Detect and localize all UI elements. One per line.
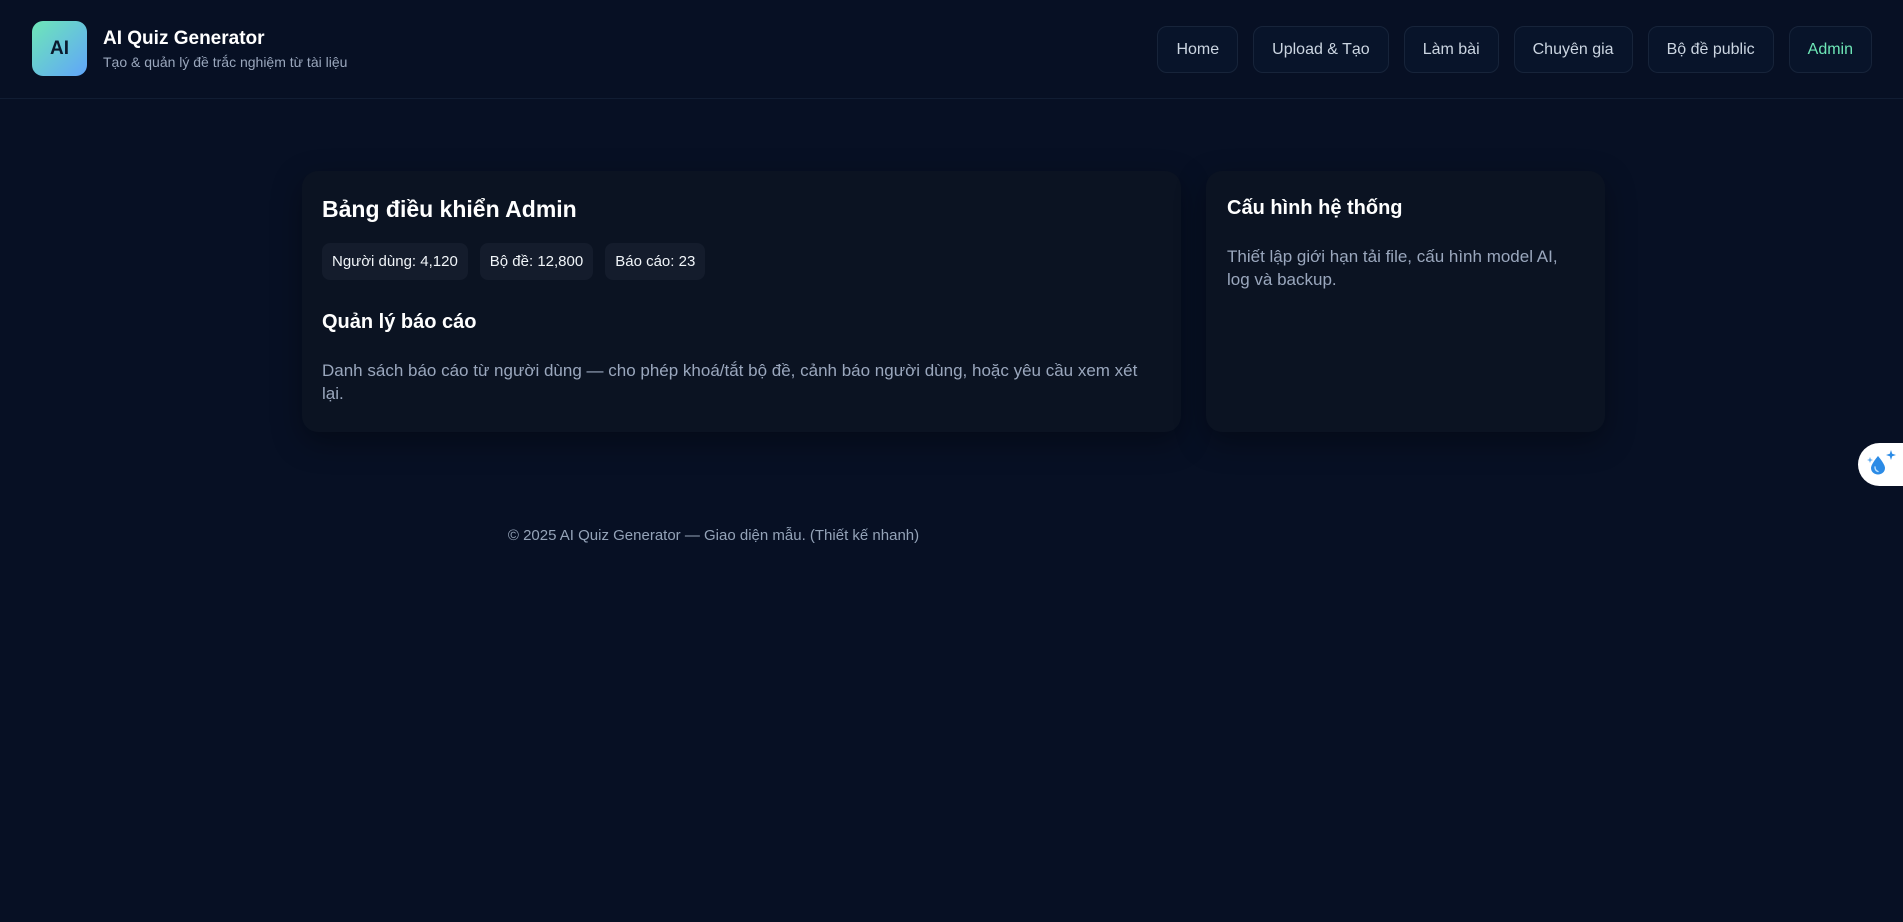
brand[interactable]: AI AI Quiz Generator Tạo & quản lý đề tr…	[32, 21, 347, 76]
nav-upload-create[interactable]: Upload & Tạo	[1253, 26, 1389, 73]
system-config-description: Thiết lập giới hạn tải file, cấu hình mo…	[1227, 247, 1558, 289]
stats-row: Người dùng: 4,120 Bộ đề: 12,800 Báo cáo:…	[322, 243, 1161, 280]
nav-public-sets[interactable]: Bộ đề public	[1647, 26, 1774, 73]
droplet-sparkle-icon	[1866, 447, 1898, 482]
floating-assistant-button[interactable]	[1858, 443, 1903, 486]
footer: © 2025 AI Quiz Generator — Giao diện mẫu…	[0, 527, 1903, 544]
reports-description: Danh sách báo cáo từ người dùng — cho ph…	[322, 361, 1138, 403]
system-config-title: Cấu hình hệ thống	[1227, 197, 1403, 219]
main-nav: Home Upload & Tạo Làm bài Chuyên gia Bộ …	[1157, 26, 1872, 73]
stat-users: Người dùng: 4,120	[322, 243, 468, 280]
nav-expert[interactable]: Chuyên gia	[1513, 26, 1633, 73]
admin-dashboard-title: Bảng điều khiển Admin	[322, 196, 577, 222]
brand-text: AI Quiz Generator Tạo & quản lý đề trắc …	[103, 27, 347, 71]
stat-reports: Báo cáo: 23	[605, 243, 706, 280]
nav-take-quiz[interactable]: Làm bài	[1403, 26, 1499, 73]
system-config-card: Cấu hình hệ thống Thiết lập giới hạn tải…	[1206, 171, 1605, 432]
stat-quiz-sets: Bộ đề: 12,800	[479, 243, 594, 280]
nav-admin[interactable]: Admin	[1788, 26, 1872, 73]
top-bar: AI AI Quiz Generator Tạo & quản lý đề tr…	[0, 0, 1903, 99]
nav-home[interactable]: Home	[1157, 26, 1239, 73]
reports-title: Quản lý báo cáo	[322, 311, 477, 333]
footer-text: © 2025 AI Quiz Generator — Giao diện mẫu…	[507, 527, 920, 544]
logo: AI	[32, 21, 87, 76]
admin-dashboard-card: Bảng điều khiển Admin Người dùng: 4,120 …	[302, 171, 1181, 432]
app-subtitle: Tạo & quản lý đề trắc nghiệm từ tài liệu	[103, 53, 348, 70]
app-title: AI Quiz Generator	[103, 27, 265, 49]
